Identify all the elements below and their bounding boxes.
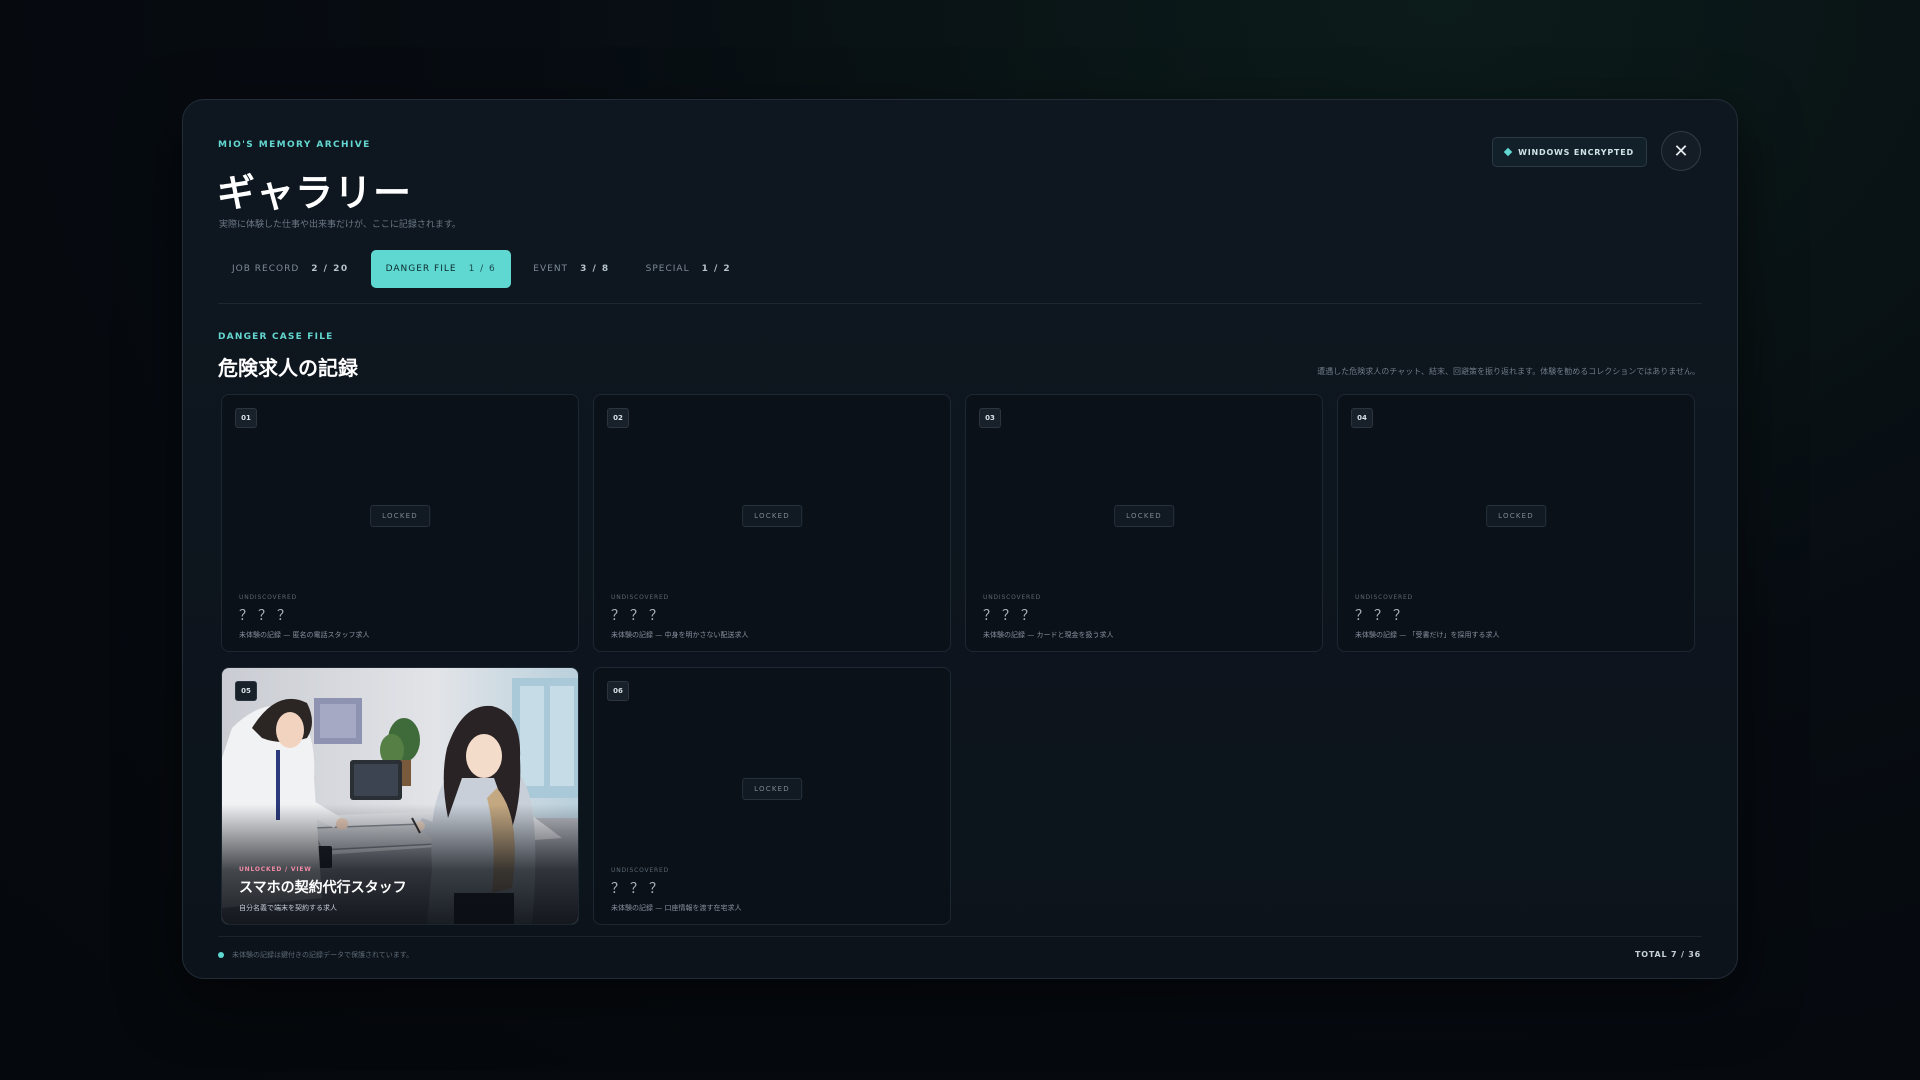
card-name: スマホの契約代行スタッフ xyxy=(239,880,407,896)
card-state: UNDISCOVERED xyxy=(239,594,297,601)
locked-label: LOCKED xyxy=(1486,505,1546,527)
card-state: UNDISCOVERED xyxy=(983,594,1041,601)
card-hint: 未体験の記録 — 口座情報を渡す在宅求人 xyxy=(611,904,742,912)
tab-event[interactable]: EVENT 3 / 8 xyxy=(519,250,623,288)
locked-label: LOCKED xyxy=(370,505,430,527)
tab-count: 2 / 20 xyxy=(311,264,349,274)
footer-note: 未体験の記録は鍵付きの記録データで保護されています。 xyxy=(232,951,414,959)
gallery-card-02[interactable]: 02 LOCKED UNDISCOVERED ？？？ 未体験の記録 — 中身を明… xyxy=(593,394,951,652)
encryption-badge: WINDOWS ENCRYPTED xyxy=(1492,137,1647,167)
header-divider xyxy=(218,303,1702,304)
tab-danger-file[interactable]: DANGER FILE 1 / 6 xyxy=(370,250,512,288)
card-name: ？？？ xyxy=(1355,608,1412,624)
card-number: 03 xyxy=(979,408,1001,428)
gallery-card-05[interactable]: 05 UNLOCKED / VIEW スマホの契約代行スタッフ 自分名義で端末を… xyxy=(221,667,579,925)
encryption-badge-label: WINDOWS ENCRYPTED xyxy=(1518,147,1634,157)
locked-label: LOCKED xyxy=(1114,505,1174,527)
card-state: UNDISCOVERED xyxy=(1355,594,1413,601)
gallery-panel: MIO'S MEMORY ARCHIVE ギャラリー 実際に体験した仕事や出来事… xyxy=(182,99,1738,979)
tab-special[interactable]: SPECIAL 1 / 2 xyxy=(632,250,746,288)
card-name: ？？？ xyxy=(611,881,668,897)
section-title: 危険求人の記録 xyxy=(218,356,358,380)
section-eyebrow: DANGER CASE FILE xyxy=(218,332,334,342)
card-name: ？？？ xyxy=(611,608,668,624)
page-subtitle: 実際に体験した仕事や出来事だけが、ここに記録されます。 xyxy=(219,220,461,230)
card-hint: 未体験の記録 — 「受書だけ」を採用する求人 xyxy=(1355,631,1500,639)
tab-count: 1 / 2 xyxy=(701,264,732,274)
card-hint: 未体験の記録 — 匿名の電話スタッフ求人 xyxy=(239,631,370,639)
close-button[interactable]: ✕ xyxy=(1661,131,1701,171)
card-number: 02 xyxy=(607,408,629,428)
diamond-icon xyxy=(1503,147,1513,157)
card-number: 05 xyxy=(235,681,257,701)
card-name: ？？？ xyxy=(983,608,1040,624)
gallery-card-04[interactable]: 04 LOCKED UNDISCOVERED ？？？ 未体験の記録 — 「受書だ… xyxy=(1337,394,1695,652)
locked-label: LOCKED xyxy=(742,778,802,800)
close-icon: ✕ xyxy=(1673,140,1689,162)
tab-job-record[interactable]: JOB RECORD 2 / 20 xyxy=(218,250,363,288)
category-tabs: JOB RECORD 2 / 20 DANGER FILE 1 / 6 EVEN… xyxy=(218,250,753,288)
tab-label: EVENT xyxy=(533,264,569,274)
archive-eyebrow: MIO'S MEMORY ARCHIVE xyxy=(218,140,371,150)
tab-count: 3 / 8 xyxy=(580,264,610,274)
card-state: UNLOCKED / VIEW xyxy=(239,866,312,873)
card-hint: 未体験の記録 — 中身を明かさない配送求人 xyxy=(611,631,749,639)
card-hint: 自分名義で端末を契約する求人 xyxy=(239,904,337,912)
gallery-card-03[interactable]: 03 LOCKED UNDISCOVERED ？？？ 未体験の記録 — カードと… xyxy=(965,394,1323,652)
locked-label: LOCKED xyxy=(742,505,802,527)
section-note: 遭遇した危険求人のチャット、結末、回避策を振り返れます。体験を勧めるコレクション… xyxy=(1317,367,1700,376)
status-dot-icon xyxy=(218,952,224,958)
gallery-card-06[interactable]: 06 LOCKED UNDISCOVERED ？？？ 未体験の記録 — 口座情報… xyxy=(593,667,951,925)
card-name: ？？？ xyxy=(239,608,296,624)
tab-count: 1 / 6 xyxy=(468,264,497,274)
card-number: 06 xyxy=(607,681,629,701)
card-state: UNDISCOVERED xyxy=(611,594,669,601)
card-hint: 未体験の記録 — カードと現金を扱う求人 xyxy=(983,631,1114,639)
card-state: UNDISCOVERED xyxy=(611,867,669,874)
tab-label: JOB RECORD xyxy=(232,264,300,274)
footer-divider xyxy=(218,936,1702,937)
card-number: 04 xyxy=(1351,408,1373,428)
tab-label: DANGER FILE xyxy=(385,264,457,274)
footer-total: TOTAL 7 / 36 xyxy=(1635,950,1701,959)
tab-label: SPECIAL xyxy=(645,264,690,274)
card-number: 01 xyxy=(235,408,257,428)
gallery-card-01[interactable]: 01 LOCKED UNDISCOVERED ？？？ 未体験の記録 — 匿名の電… xyxy=(221,394,579,652)
page-title: ギャラリー xyxy=(217,171,413,215)
